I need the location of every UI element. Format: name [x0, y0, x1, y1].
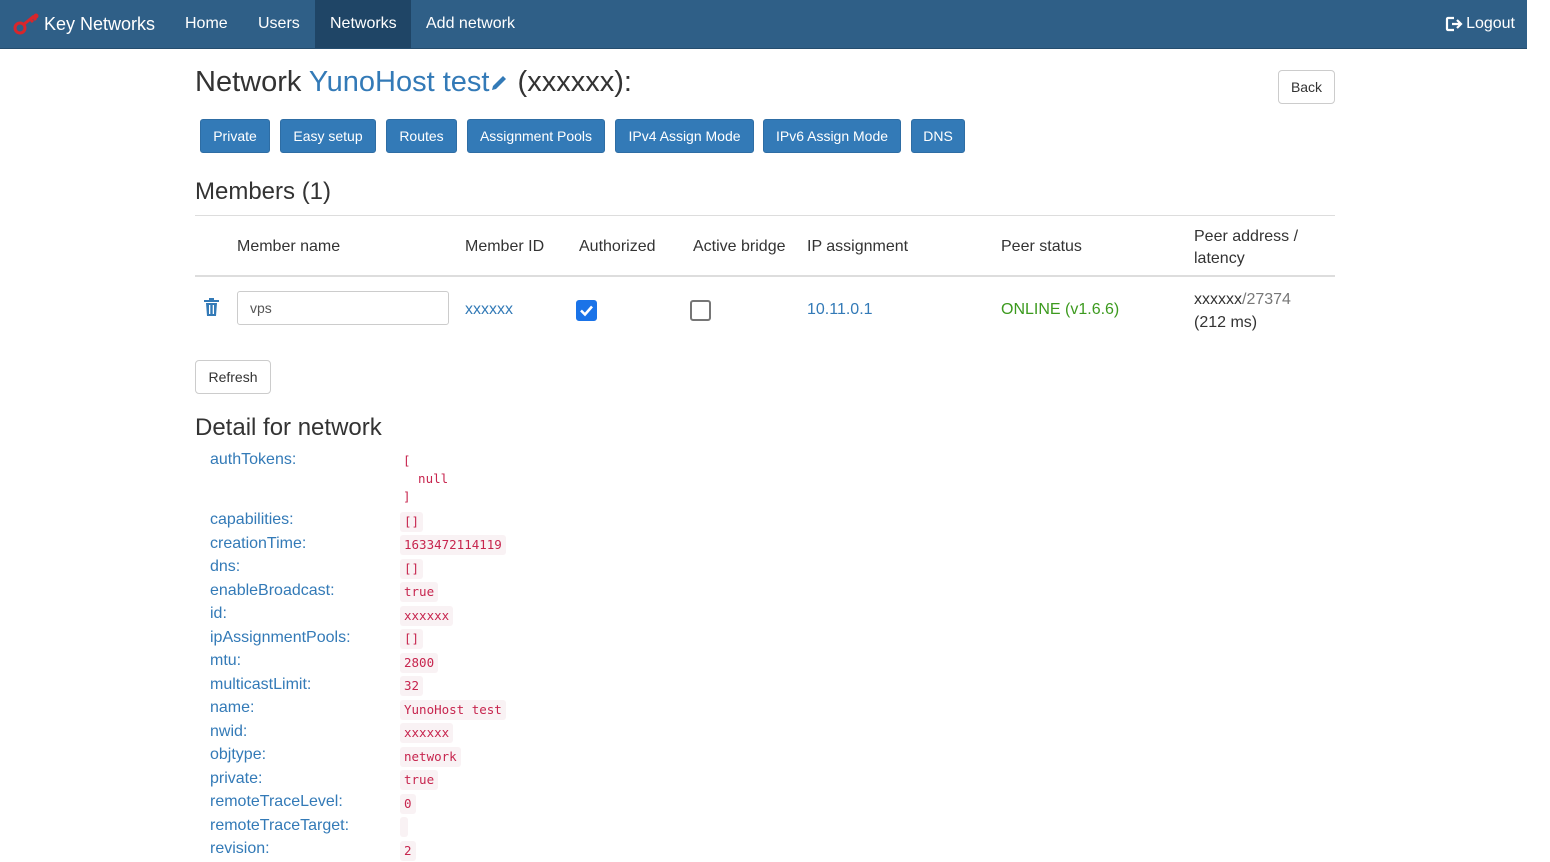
member-name-input[interactable] [237, 291, 449, 325]
detail-key: ipAssignmentPools: [210, 629, 351, 646]
detail-key: dns: [210, 558, 241, 575]
logout-link[interactable]: Logout [1445, 0, 1515, 48]
detail-key: creationTime: [210, 535, 307, 552]
dns-button[interactable]: DNS [911, 119, 965, 153]
ip-assignment-link[interactable]: 10.11.0.1 [807, 301, 873, 319]
detail-value: YunoHost test [400, 700, 506, 720]
detail-value: 2 [400, 841, 416, 861]
logout-label: Logout [1466, 15, 1515, 32]
brand-label: Key Networks [44, 13, 156, 34]
page-title: Network YunoHost test (xxxxxx): [195, 66, 632, 99]
brand[interactable]: Key Networks [12, 0, 155, 48]
detail-value: network [400, 747, 461, 767]
detail-key: objtype: [210, 746, 267, 763]
detail-heading: Detail for network [195, 414, 382, 441]
detail-key: capabilities: [210, 511, 294, 528]
table-row: xxxxxx 10.11.0.1 ONLINE (v1.6.6) xxxxxx/… [195, 277, 1335, 342]
title-prefix: Network [195, 66, 302, 98]
detail-value: [] [400, 629, 424, 649]
member-id-link[interactable]: xxxxxx [465, 301, 513, 319]
detail-value: xxxxxx [400, 723, 454, 743]
detail-key: authTokens: [210, 451, 297, 468]
active-bridge-checkbox[interactable] [690, 300, 711, 321]
detail-value [400, 817, 408, 837]
detail-key: id: [210, 605, 227, 622]
nav-add-network[interactable]: Add network [411, 0, 530, 48]
authorized-checkbox[interactable] [576, 300, 597, 321]
detail-value: 1633472114119 [400, 535, 506, 555]
trash-icon[interactable] [204, 298, 219, 316]
members-table-header: Member name Member ID Authorized Active … [195, 215, 1335, 277]
col-member-id: Member ID [465, 238, 545, 255]
pencil-icon[interactable] [489, 73, 509, 93]
detail-key: revision: [210, 840, 270, 857]
refresh-button[interactable]: Refresh [195, 360, 271, 394]
detail-key: mtu: [210, 652, 242, 669]
col-peer-address: Peer address / latency [1194, 228, 1299, 267]
peer-address-port: /27374 [1242, 291, 1291, 308]
network-name-link[interactable]: YunoHost test [309, 66, 490, 98]
title-network-id: (xxxxxx): [517, 66, 632, 98]
detail-value: 32 [400, 676, 424, 696]
key-icon [13, 13, 39, 35]
ipv4-assign-mode-button[interactable]: IPv4 Assign Mode [615, 119, 754, 153]
detail-value: xxxxxx [400, 606, 454, 626]
peer-latency: (212 ms) [1194, 314, 1258, 331]
checkmark-icon [580, 305, 593, 317]
detail-value: [] [400, 559, 424, 579]
detail-value: [ null ] [403, 453, 449, 504]
nav-home[interactable]: Home [170, 0, 243, 48]
detail-key: nwid: [210, 723, 248, 740]
nav-users[interactable]: Users [243, 0, 315, 48]
members-heading: Members (1) [195, 178, 332, 205]
detail-key: remoteTraceLevel: [210, 793, 343, 810]
col-ip-assignment: IP assignment [807, 238, 909, 255]
assignment-pools-button[interactable]: Assignment Pools [467, 119, 605, 153]
detail-key: name: [210, 699, 255, 716]
back-button[interactable]: Back [1278, 70, 1335, 104]
detail-key: multicastLimit: [210, 676, 312, 693]
peer-address: xxxxxx/27374 (212 ms) [1194, 288, 1291, 334]
detail-value: true [400, 770, 439, 790]
logout-icon [1445, 16, 1463, 32]
detail-key: private: [210, 770, 263, 787]
detail-key: remoteTraceTarget: [210, 817, 350, 834]
detail-value: 2800 [400, 653, 439, 673]
col-authorized: Authorized [579, 238, 656, 255]
peer-address-ip: xxxxxx [1194, 291, 1242, 308]
private-button[interactable]: Private [200, 119, 270, 153]
detail-value: true [400, 582, 439, 602]
col-active-bridge: Active bridge [693, 238, 786, 255]
navbar: Key Networks Home Users Networks Add net… [0, 0, 1527, 49]
nav-networks[interactable]: Networks [315, 0, 411, 48]
detail-value: [] [400, 512, 424, 532]
detail-value: 0 [400, 794, 416, 814]
ipv6-assign-mode-button[interactable]: IPv6 Assign Mode [763, 119, 901, 153]
easy-setup-button[interactable]: Easy setup [280, 119, 376, 153]
peer-status: ONLINE (v1.6.6) [1001, 301, 1120, 318]
routes-button[interactable]: Routes [386, 119, 457, 153]
col-member-name: Member name [237, 238, 341, 255]
col-peer-status: Peer status [1001, 238, 1082, 255]
detail-key: enableBroadcast: [210, 582, 335, 599]
